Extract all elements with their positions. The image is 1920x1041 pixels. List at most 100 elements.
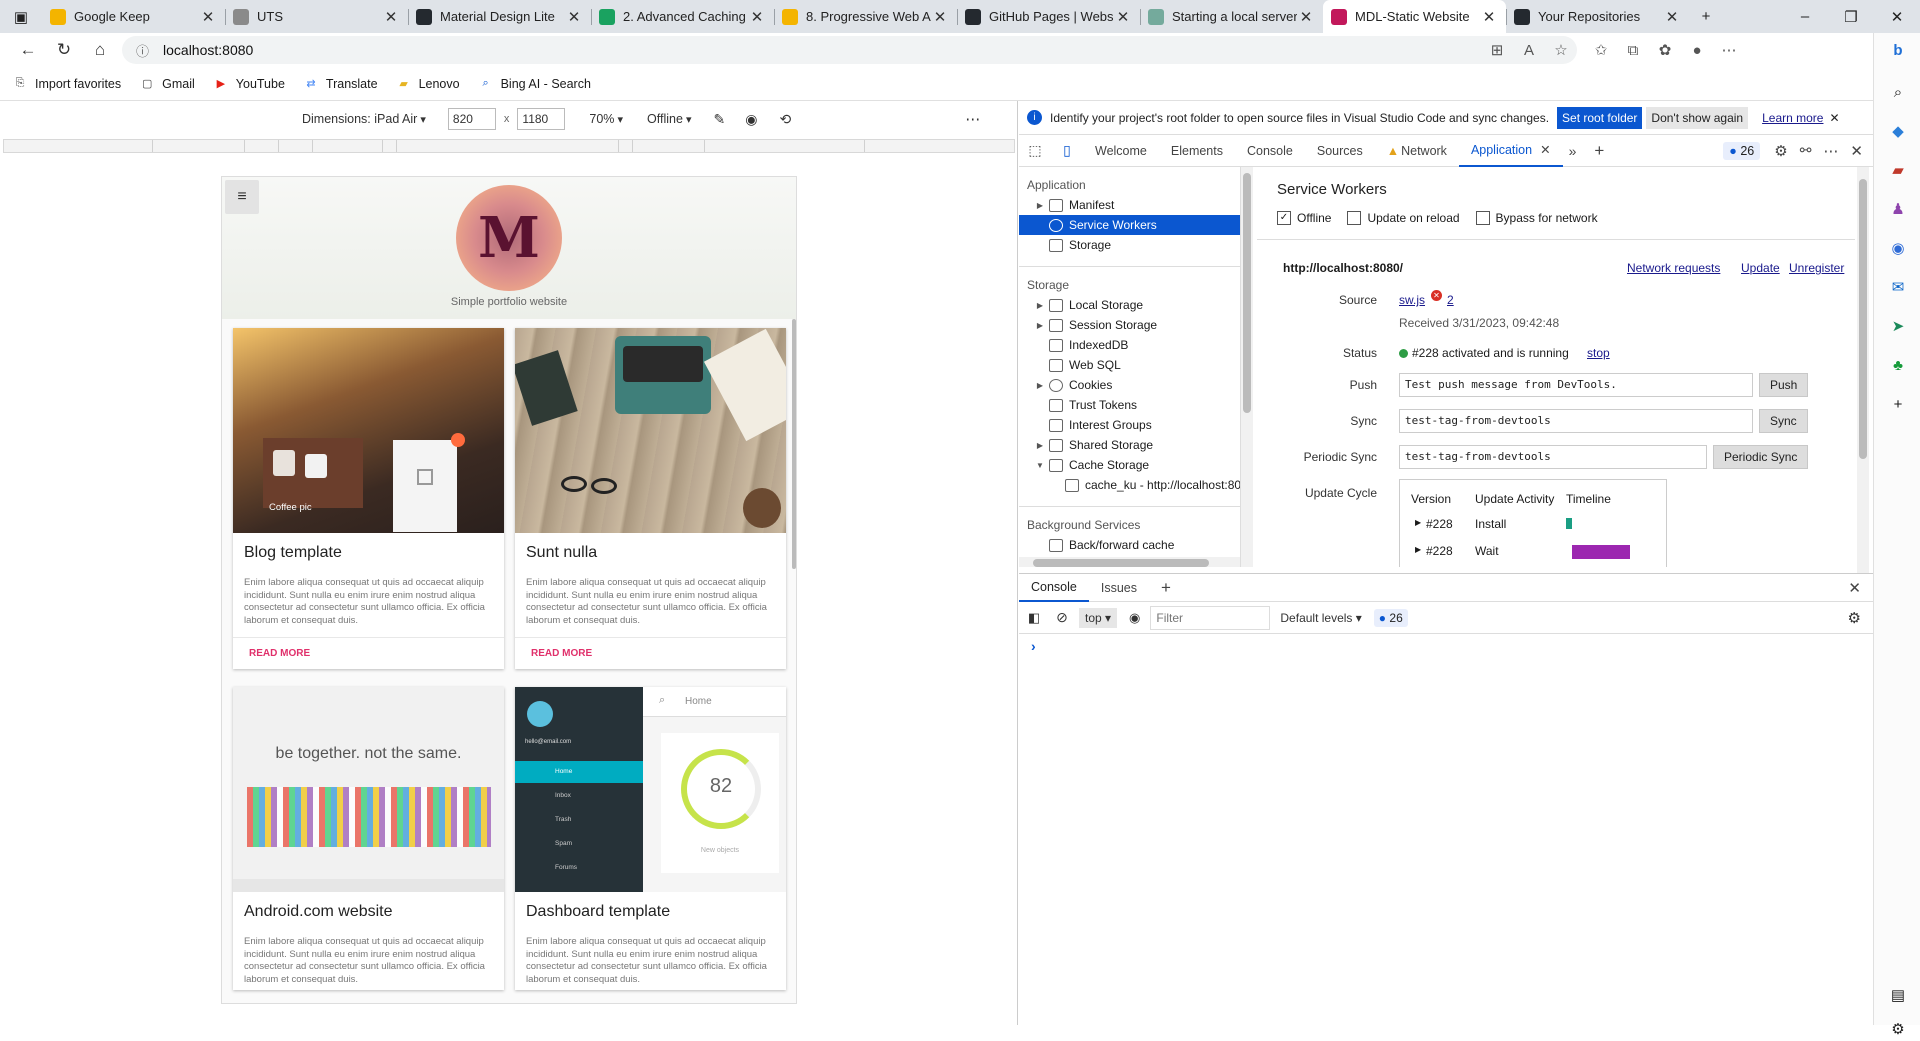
add-favorite-icon[interactable]: ☆	[1545, 35, 1577, 65]
outlook-icon[interactable]: ✉	[1886, 275, 1910, 299]
close-infobar-icon[interactable]: ✕	[1829, 111, 1839, 125]
push-button[interactable]: Push	[1759, 373, 1809, 397]
browser-tab[interactable]: MDL-Static Website ✕	[1323, 0, 1506, 33]
minimize-button[interactable]: –	[1782, 0, 1828, 33]
tag-icon[interactable]: ◆	[1886, 119, 1910, 143]
tab-sources[interactable]: Sources	[1305, 135, 1375, 167]
tab-application[interactable]: Application ✕	[1458, 135, 1563, 167]
throttling-select[interactable]: Offline	[647, 112, 691, 126]
games-icon[interactable]: ♟	[1886, 197, 1910, 221]
read-more-button[interactable]: READ MORE	[515, 637, 786, 669]
refresh-icon[interactable]: ↻	[46, 35, 82, 65]
tree-session-storage[interactable]: ▶ Session Storage	[1019, 315, 1240, 335]
tree-storage[interactable]: Storage	[1019, 235, 1240, 255]
tree-interest-groups[interactable]: Interest Groups	[1019, 415, 1240, 435]
sidebar-toggle-icon[interactable]: ◧	[1019, 610, 1049, 626]
rotate-icon[interactable]: ⟲	[779, 111, 791, 128]
close-tab-icon[interactable]: ✕	[199, 8, 217, 26]
device-toggle-icon[interactable]: ▯	[1051, 142, 1083, 159]
tab-network[interactable]: ▲ Network	[1375, 135, 1459, 167]
drawer-tab-console[interactable]: Console	[1019, 574, 1089, 602]
console-prompt[interactable]: ›	[1019, 634, 1873, 658]
devtools-menu-icon[interactable]: ⋯	[1823, 142, 1838, 160]
browser-tab[interactable]: UTS ✕	[225, 0, 408, 33]
collections-icon[interactable]: ⧉	[1617, 35, 1649, 65]
drawer-tab-issues[interactable]: Issues	[1089, 574, 1149, 602]
close-tab-icon[interactable]: ✕	[1480, 8, 1498, 26]
inspect-icon[interactable]: ⬚	[1019, 142, 1051, 159]
close-tab-icon[interactable]: ✕	[1297, 8, 1315, 26]
vision-icon[interactable]: ◉	[745, 111, 757, 128]
zoom-select[interactable]: 70%	[589, 112, 623, 126]
send-icon[interactable]: ➤	[1886, 314, 1910, 338]
tree-hscrollbar[interactable]	[1019, 557, 1240, 567]
tab-welcome[interactable]: Welcome	[1083, 135, 1159, 167]
search-icon[interactable]: ⌕	[1886, 80, 1910, 104]
url-field[interactable]: ⓘ localhost:8080 ⊞ A ☆	[122, 36, 1577, 64]
favorite-item[interactable]: ▢ Gmail	[139, 77, 195, 91]
close-tab-icon[interactable]: ✕	[382, 8, 400, 26]
tree-cookies[interactable]: ▶ Cookies	[1019, 375, 1240, 395]
device-more-icon[interactable]: ⋯	[965, 110, 980, 128]
row-expand-icon[interactable]: ▶	[1415, 518, 1421, 527]
log-levels-select[interactable]: Default levels ▾	[1280, 611, 1361, 625]
close-window-button[interactable]: ✕	[1874, 0, 1920, 33]
sync-button[interactable]: Sync	[1759, 409, 1808, 433]
push-input[interactable]: Test push message from DevTools.	[1399, 373, 1753, 397]
dont-show-again-button[interactable]: Don't show again	[1646, 106, 1749, 129]
bypass-network-checkbox[interactable]	[1475, 211, 1490, 225]
network-requests-link[interactable]: Network requests	[1627, 261, 1720, 275]
console-settings-icon[interactable]: ⚙	[1848, 609, 1861, 627]
issues-badge[interactable]: ● 26	[1723, 141, 1761, 160]
tree-manifest[interactable]: ▶ Manifest	[1019, 195, 1240, 215]
tab-console[interactable]: Console	[1235, 135, 1305, 167]
tree-icon[interactable]: ♣	[1886, 353, 1910, 377]
read-aloud-icon[interactable]: A	[1513, 35, 1545, 65]
new-tab-button[interactable]: +	[1689, 0, 1723, 33]
add-sidebar-icon[interactable]: +	[1886, 392, 1910, 416]
browser-tab[interactable]: Starting a local server. ✕	[1140, 0, 1323, 33]
tab-elements[interactable]: Elements	[1159, 135, 1235, 167]
sw-source-link[interactable]: sw.js	[1399, 293, 1425, 307]
live-expression-icon[interactable]: ◉	[1129, 610, 1140, 626]
viewport-scrollbar[interactable]	[792, 319, 796, 569]
copilot-icon[interactable]: b	[1886, 38, 1910, 62]
clear-console-icon[interactable]: ⊘	[1049, 609, 1075, 626]
drawer-add-tab-icon[interactable]: +	[1161, 578, 1171, 598]
tools-icon[interactable]: ▰	[1886, 158, 1910, 182]
customize-icon[interactable]: ⚯	[1800, 142, 1812, 159]
favorites-icon[interactable]: ✩	[1585, 35, 1617, 65]
more-icon[interactable]: ⋯	[1713, 35, 1745, 65]
add-tab-icon[interactable]: +	[1594, 141, 1604, 161]
close-devtools-icon[interactable]: ✕	[1850, 142, 1863, 160]
info-icon[interactable]: ⓘ	[136, 41, 149, 60]
tree-cache-storage[interactable]: ▼ Cache Storage	[1019, 455, 1240, 475]
width-input[interactable]	[447, 108, 496, 130]
tree-local-storage[interactable]: ▶ Local Storage	[1019, 295, 1240, 315]
tree-service-workers[interactable]: Service Workers	[1019, 215, 1240, 235]
sensors-icon[interactable]: ✎	[714, 111, 726, 128]
browser-tab[interactable]: Your Repositories ✕	[1506, 0, 1689, 33]
favorite-item[interactable]: ⎘ Import favorites	[12, 77, 122, 91]
update-on-reload-checkbox[interactable]	[1347, 211, 1362, 225]
update-link[interactable]: Update	[1741, 261, 1780, 275]
console-issues-badge[interactable]: ● 26	[1373, 608, 1408, 627]
office-icon[interactable]: ◉	[1886, 236, 1910, 260]
browser-tab[interactable]: GitHub Pages | Websit ✕	[957, 0, 1140, 33]
tree-vscrollbar[interactable]	[1241, 167, 1253, 567]
sidebar-layout-icon[interactable]: ▤	[1886, 983, 1910, 1007]
tree-shared-storage[interactable]: ▶ Shared Storage	[1019, 435, 1240, 455]
read-more-button[interactable]: READ MORE	[233, 637, 504, 669]
tree-trust-tokens[interactable]: Trust Tokens	[1019, 395, 1240, 415]
height-input[interactable]	[517, 108, 566, 130]
browser-tab[interactable]: Google Keep ✕	[42, 0, 225, 33]
dimensions-select[interactable]: Dimensions: iPad Air	[302, 112, 426, 126]
more-tabs-icon[interactable]: »	[1569, 143, 1577, 159]
learn-more-link[interactable]: Learn more	[1762, 111, 1823, 125]
context-select[interactable]: top ▾	[1079, 607, 1118, 628]
stop-link[interactable]: stop	[1587, 346, 1610, 360]
offline-checkbox[interactable]: ✓	[1277, 211, 1291, 225]
restore-button[interactable]: ❐	[1828, 0, 1874, 33]
console-filter-input[interactable]	[1150, 605, 1271, 630]
profile-icon[interactable]: ●	[1681, 35, 1713, 65]
